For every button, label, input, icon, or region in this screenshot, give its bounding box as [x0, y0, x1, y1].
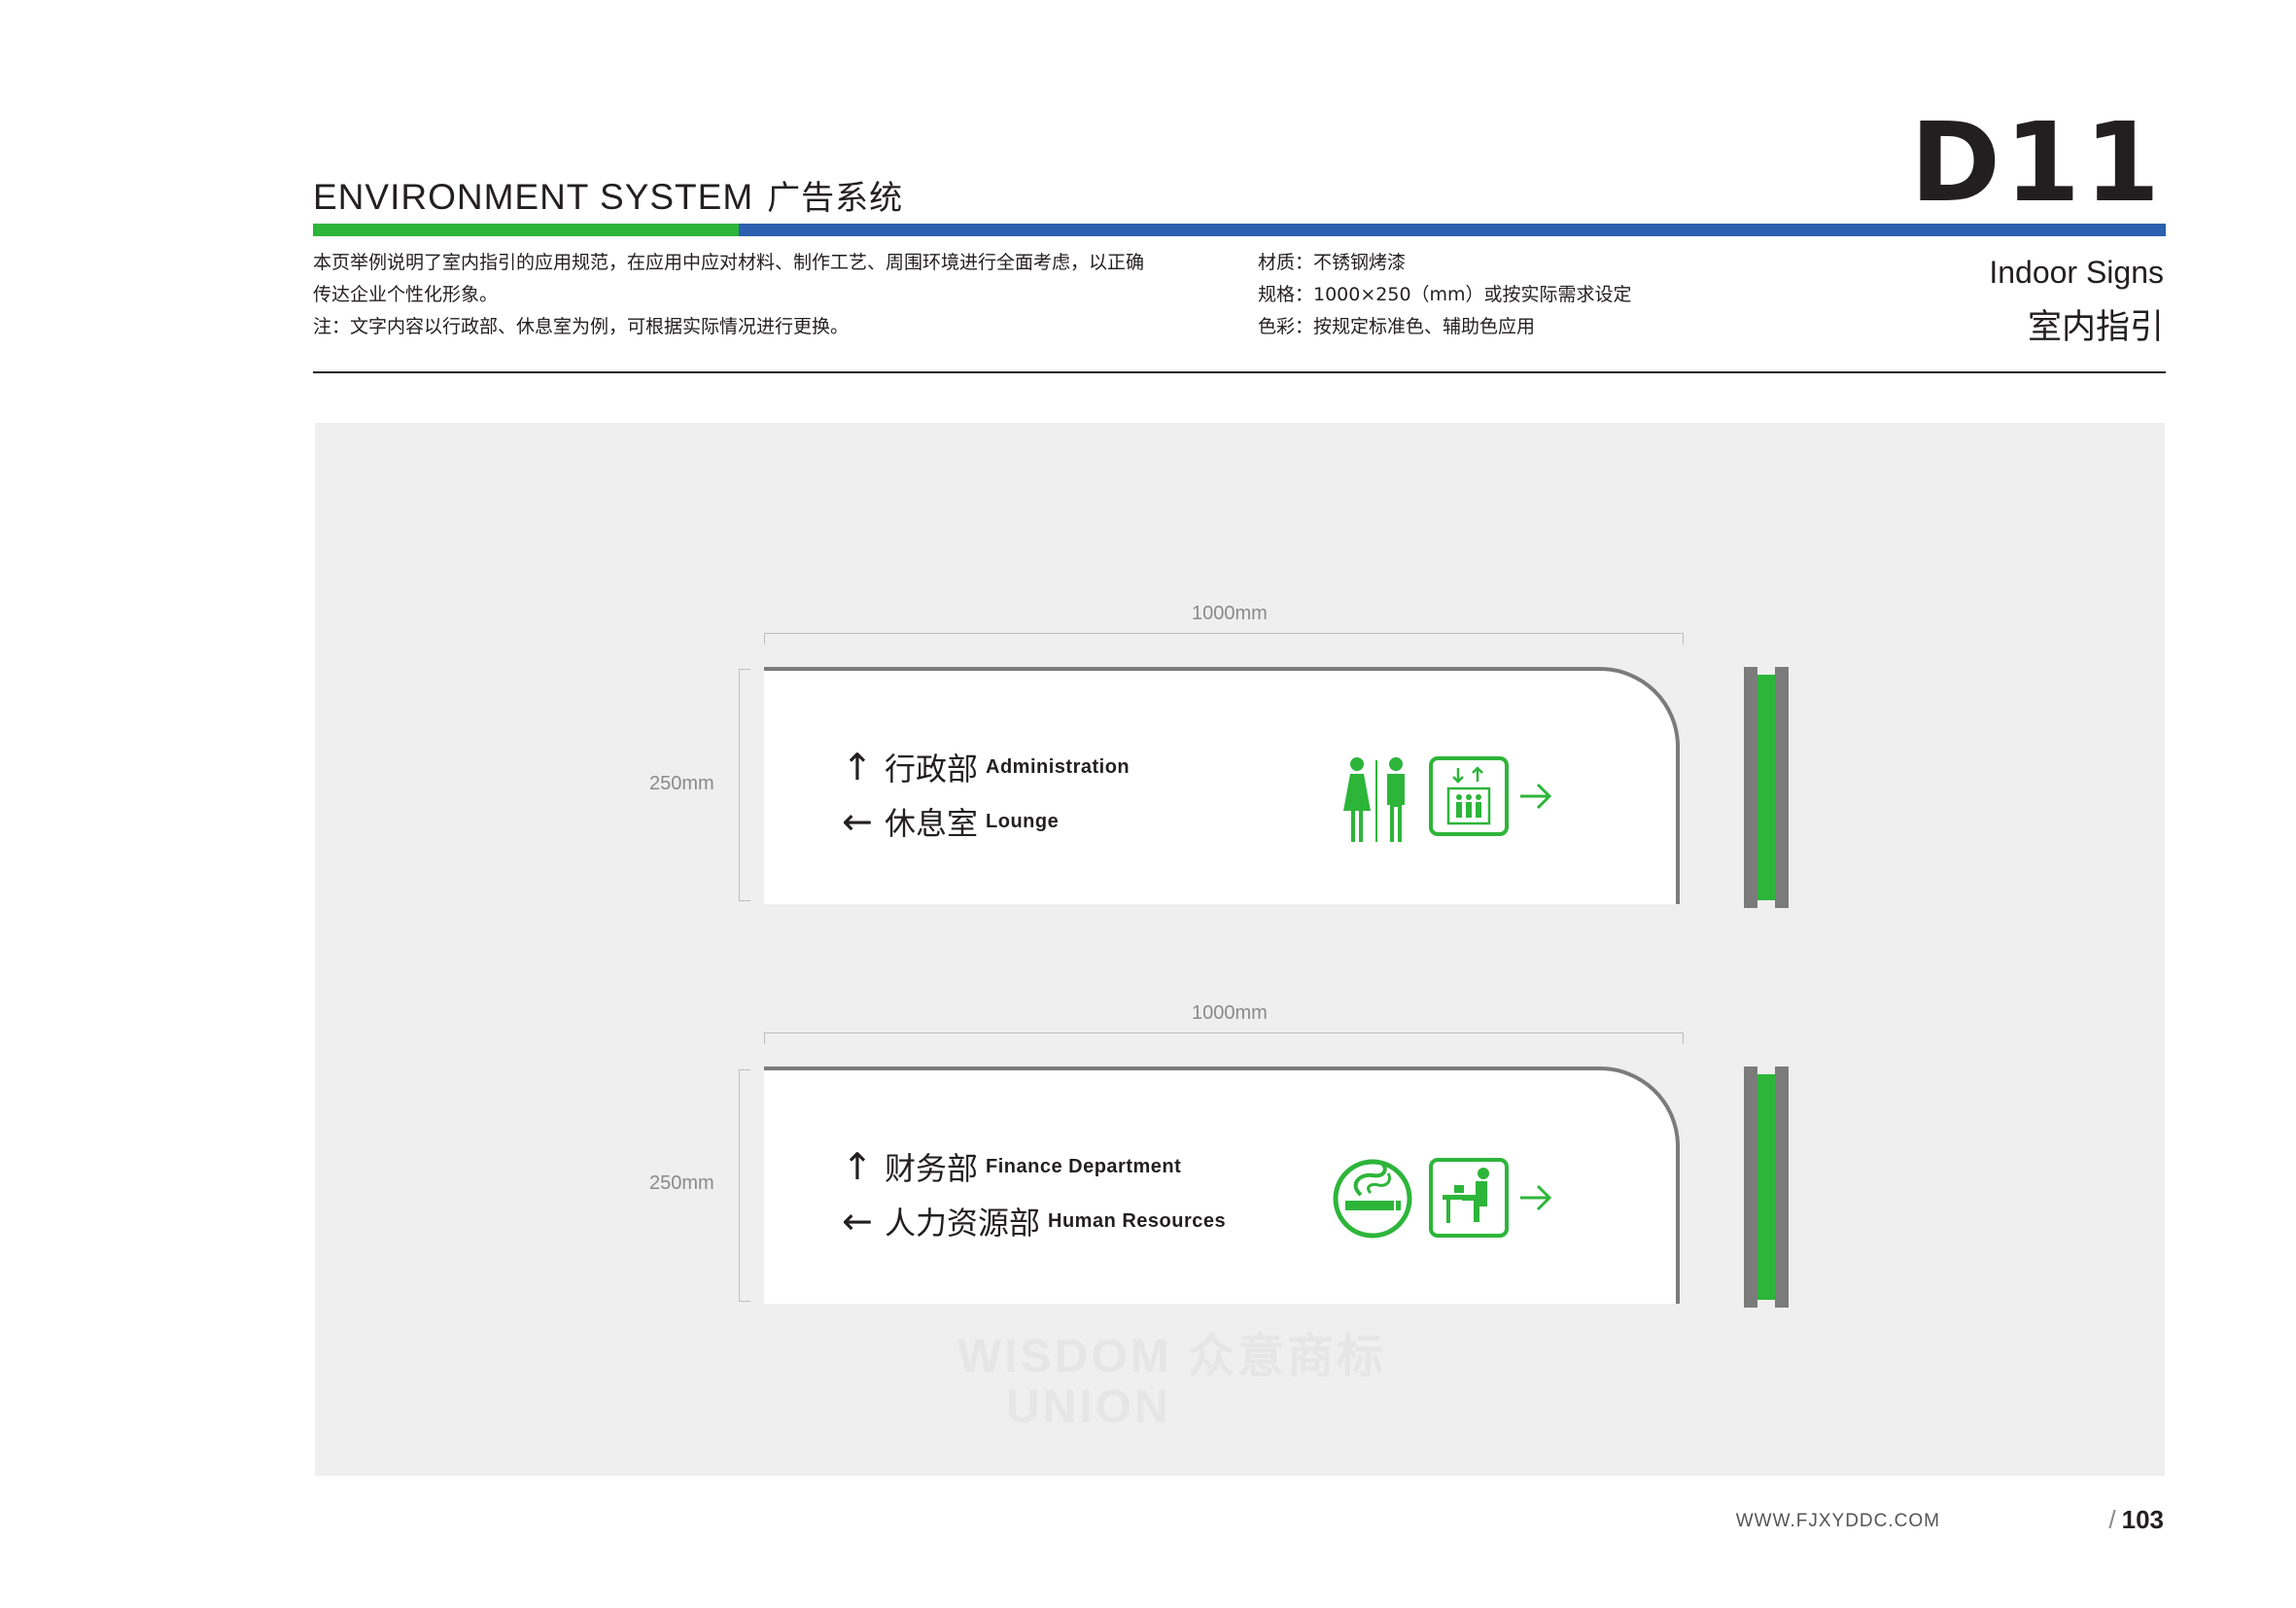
- arrow-right-icon: [1520, 1184, 1552, 1211]
- side-bracket-right: [1775, 667, 1789, 908]
- header-bar-green: [313, 224, 739, 236]
- header-title: ENVIRONMENT SYSTEM 广告系统: [313, 171, 903, 219]
- arrow-left-icon: ←: [842, 800, 873, 843]
- section-title-en: Indoor Signs: [1989, 255, 2164, 290]
- sign-2-row-1-cn: 财务部: [885, 1150, 979, 1187]
- arrow-up-icon: ↑: [842, 746, 873, 788]
- sign-1-width-tick-right: [1683, 633, 1684, 645]
- side-bracket-left: [1744, 1066, 1757, 1308]
- page-slash: /: [2108, 1505, 2116, 1534]
- sign-1-row-2: ← 休息室 Lounge: [842, 799, 1059, 844]
- sign-1-row-2-en: Lounge: [986, 810, 1060, 832]
- sign-2-side-view: [1744, 1066, 1791, 1308]
- specs: 材质：不锈钢烤漆 规格：1000×250（mm）或按实际需求设定 色彩：按规定标…: [1258, 247, 1705, 343]
- header-title-en: ENVIRONMENT SYSTEM: [313, 177, 754, 217]
- sign-1-height-dimension-line: [739, 669, 740, 901]
- header-divider: [313, 371, 2166, 373]
- sign-1-height-label: 250mm: [649, 773, 714, 794]
- sign-2-height-label: 250mm: [649, 1172, 714, 1194]
- sign-display-panel: [315, 423, 2165, 1476]
- side-panel-green: [1757, 1074, 1775, 1300]
- sign-1-side-view: [1744, 667, 1791, 908]
- elevator-icon: [1429, 756, 1509, 836]
- side-panel-green: [1757, 675, 1775, 900]
- side-bracket-right: [1775, 1066, 1789, 1308]
- arrow-up-icon: ↑: [842, 1145, 873, 1188]
- description: 本页举例说明了室内指引的应用规范，在应用中应对材料、制作工艺、周围环境进行全面考…: [313, 247, 1188, 343]
- sign-2-row-1-en: Finance Department: [986, 1155, 1182, 1177]
- smoking-area-icon: [1333, 1159, 1412, 1239]
- sign-1-width-tick-left: [764, 633, 765, 645]
- description-line-2: 传达企业个性化形象。: [313, 284, 499, 305]
- spec-color: 色彩：按规定标准色、辅助色应用: [1258, 316, 1536, 337]
- sign-1-row-1: ↑ 行政部 Administration: [842, 745, 1130, 789]
- sign-2-height-dimension-line: [739, 1069, 740, 1302]
- sign-2-width-tick-left: [764, 1032, 765, 1044]
- page-code: D11: [1910, 100, 2164, 227]
- sign-2-row-1: ↑ 财务部 Finance Department: [842, 1144, 1181, 1189]
- footer-url: WWW.FJXYDDC.COM: [1735, 1511, 1940, 1531]
- sign-2-row-2-cn: 人力资源部: [885, 1205, 1041, 1241]
- sign-1-height-tick-top: [739, 669, 750, 670]
- description-line-1: 本页举例说明了室内指引的应用规范，在应用中应对材料、制作工艺、周围环境进行全面考…: [313, 252, 1145, 273]
- sign-2: ↑ 财务部 Finance Department ← 人力资源部 Human Resou…: [764, 1066, 1687, 1304]
- spec-size: 规格：1000×250（mm）或按实际需求设定: [1258, 284, 1632, 305]
- watermark-line-2: UNION: [1006, 1381, 1171, 1433]
- watermark-line-1: WISDOM 众意商标: [957, 1331, 1386, 1382]
- header-title-cn: 广告系统: [767, 179, 904, 218]
- side-bracket-left: [1744, 667, 1757, 908]
- sign-2-width-label: 1000mm: [1192, 1002, 1268, 1024]
- arrow-left-icon: ←: [842, 1200, 873, 1242]
- sign-2-width-dimension-line: [764, 1032, 1684, 1033]
- arrow-right-icon: [1520, 783, 1552, 810]
- sign-1-row-1-en: Administration: [986, 755, 1131, 778]
- header-bar-blue: [739, 224, 2166, 236]
- page-number: /103: [2108, 1505, 2164, 1535]
- sign-2-height-tick-bottom: [739, 1301, 750, 1302]
- sign-1-row-1-cn: 行政部: [885, 751, 979, 787]
- page-number-value: 103: [2121, 1505, 2164, 1534]
- sign-2-width-tick-right: [1683, 1032, 1684, 1044]
- sign-1-height-tick-bottom: [739, 900, 750, 901]
- sign-1-width-label: 1000mm: [1192, 603, 1268, 624]
- sign-2-row-2-en: Human Resources: [1048, 1209, 1227, 1232]
- rest-area-icon: [1429, 1158, 1509, 1238]
- section-title-cn: 室内指引: [2027, 308, 2164, 347]
- spec-material: 材质：不锈钢烤漆: [1258, 252, 1407, 273]
- description-line-3: 注：文字内容以行政部、休息室为例，可根据实际情况进行更换。: [313, 316, 850, 337]
- sign-1: ↑ 行政部 Administration ← 休息室 Lounge: [764, 667, 1687, 904]
- sign-1-row-2-cn: 休息室: [885, 805, 979, 842]
- restroom-icon: [1343, 757, 1405, 842]
- sign-2-height-tick-top: [739, 1069, 750, 1070]
- watermark: WISDOM 众意商标 UNION: [957, 1332, 1405, 1449]
- sign-2-row-2: ← 人力资源部 Human Resources: [842, 1199, 1226, 1243]
- sign-1-width-dimension-line: [764, 633, 1684, 634]
